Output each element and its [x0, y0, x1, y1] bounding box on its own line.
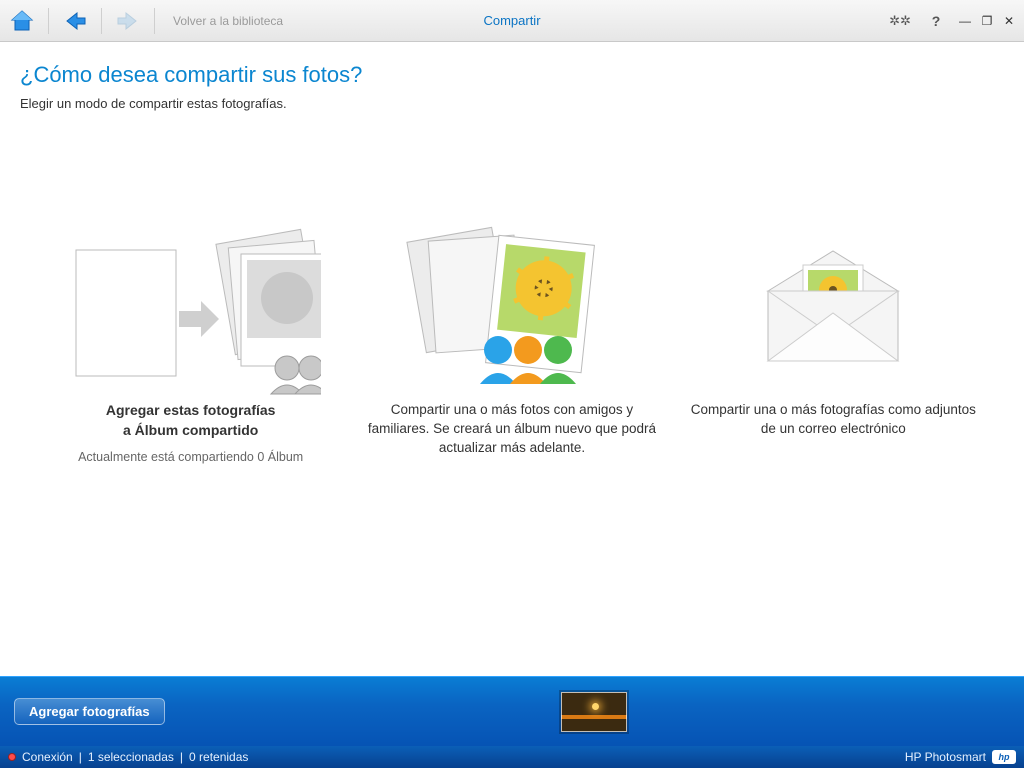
forward-button[interactable]: [114, 7, 142, 35]
photo-thumbnail[interactable]: [561, 692, 627, 732]
minimize-button[interactable]: —: [958, 14, 972, 28]
close-button[interactable]: ✕: [1002, 14, 1016, 28]
add-photos-button[interactable]: Agregar fotografías: [14, 698, 165, 725]
option-title: Agregar estas fotografías a Álbum compar…: [106, 401, 276, 440]
option-email[interactable]: Compartir una o más fotografías como adj…: [683, 221, 983, 439]
toolbar: Volver a la biblioteca Compartir ✲✲ ? — …: [0, 0, 1024, 42]
status-connection: Conexión: [22, 750, 73, 764]
connection-status-dot: [8, 753, 16, 761]
add-to-album-icon: [61, 221, 321, 401]
photo-tray: Agregar fotografías: [0, 676, 1024, 746]
page-title: ¿Cómo desea compartir sus fotos?: [20, 62, 1004, 88]
option-add-to-album[interactable]: Agregar estas fotografías a Álbum compar…: [41, 221, 341, 464]
back-to-library-link[interactable]: Volver a la biblioteca: [167, 14, 289, 28]
tray-thumbnails: [179, 692, 1010, 732]
status-retained: 0 retenidas: [189, 750, 248, 764]
home-button[interactable]: [8, 7, 36, 35]
share-friends-icon: [402, 221, 622, 401]
restore-button[interactable]: ❐: [980, 14, 994, 28]
option-text: Compartir una o más fotografías como adj…: [683, 401, 983, 439]
option-share-friends[interactable]: Compartir una o más fotos con amigos y f…: [362, 221, 662, 458]
option-note: Actualmente está compartiendo 0 Álbum: [78, 450, 303, 464]
share-options: Agregar estas fotografías a Álbum compar…: [20, 221, 1004, 464]
help-icon[interactable]: ?: [922, 7, 950, 35]
brand-label: HP Photosmart: [905, 750, 986, 764]
status-selected: 1 seleccionadas: [88, 750, 174, 764]
tab-share[interactable]: Compartir: [483, 13, 540, 28]
page-subtitle: Elegir un modo de compartir estas fotogr…: [20, 96, 1004, 111]
app-window: Volver a la biblioteca Compartir ✲✲ ? — …: [0, 0, 1024, 768]
email-icon: [748, 221, 918, 401]
main-content: ¿Cómo desea compartir sus fotos? Elegir …: [0, 42, 1024, 676]
status-bar: Conexión | 1 seleccionadas | 0 retenidas…: [0, 746, 1024, 768]
option-text: Compartir una o más fotos con amigos y f…: [362, 401, 662, 458]
settings-icon[interactable]: ✲✲: [886, 7, 914, 35]
hp-logo: hp: [992, 750, 1016, 764]
back-button[interactable]: [61, 7, 89, 35]
